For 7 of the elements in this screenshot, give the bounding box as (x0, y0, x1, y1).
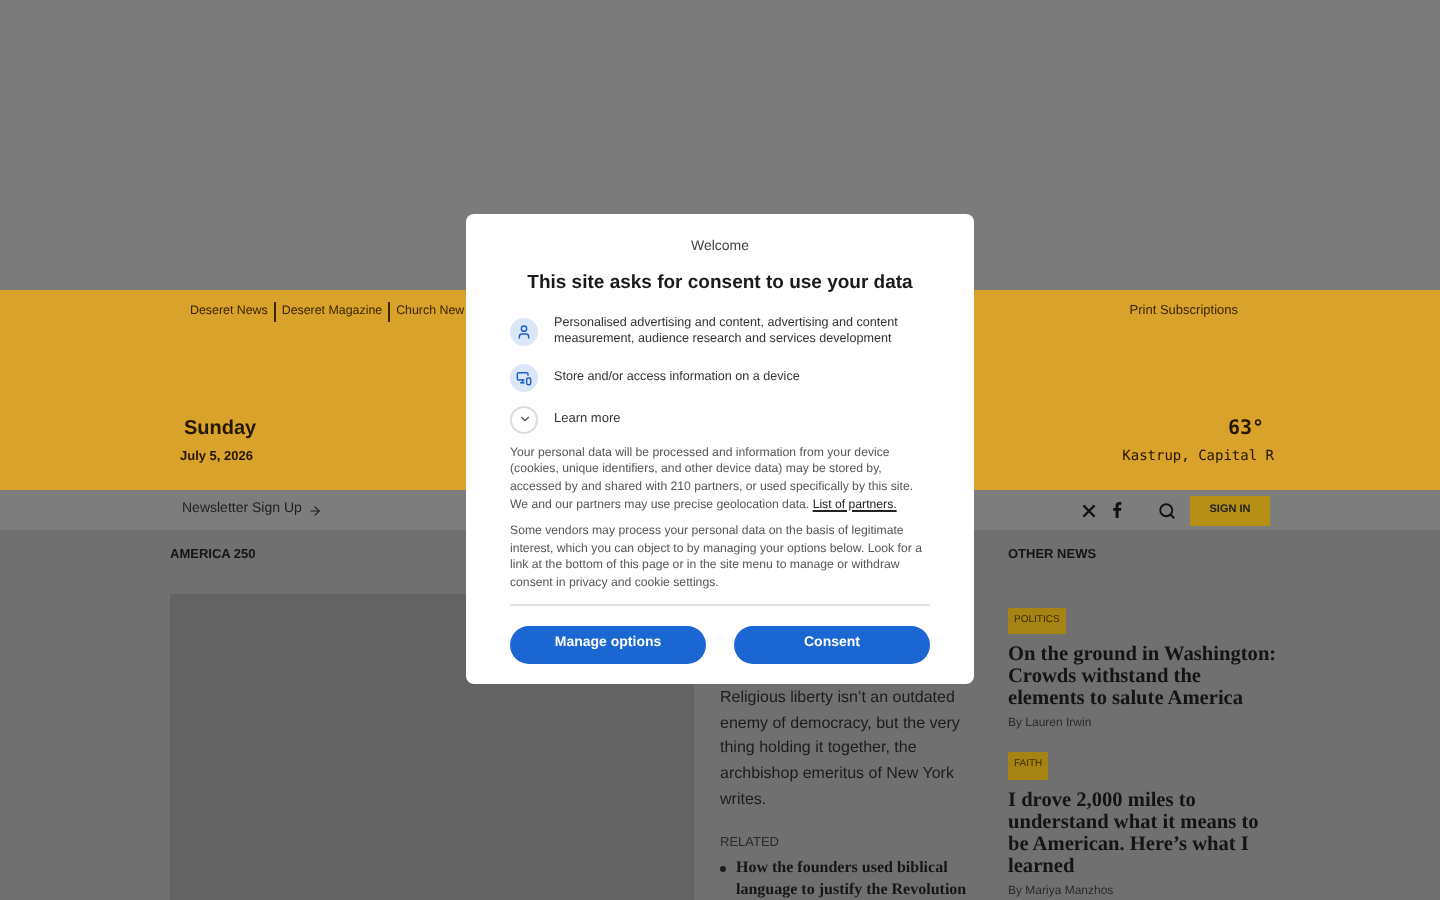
dialog-title: This site asks for consent to use your data (527, 269, 913, 297)
related-link[interactable]: How the founders used biblical language to justify the Revolution (736, 858, 982, 900)
story-headline[interactable]: On the ground in Washington: Crowds withstand the elements to salute America (1008, 644, 1278, 711)
story-summary: Religious liberty isn’t an outdated enemy of democracy, but the very thing holding it together, the archbishop emeritus of New York writes. (720, 686, 962, 812)
temperature: 63° (1227, 416, 1264, 444)
day-label: Sunday (184, 415, 257, 444)
story-headline[interactable]: I drove 2,000 miles to understand what it means to be American. Here’s what I learned (1008, 789, 1278, 878)
